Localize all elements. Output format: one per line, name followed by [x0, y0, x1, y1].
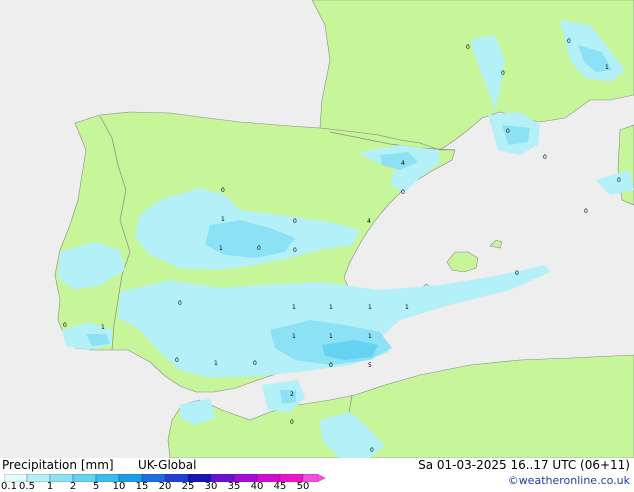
- station-value: 1: [605, 64, 609, 71]
- station-value: 0: [506, 128, 510, 135]
- station-value: 0: [175, 357, 179, 364]
- station-value: 0: [63, 322, 67, 329]
- station-value: 0: [253, 360, 257, 367]
- station-value: 1: [405, 304, 409, 311]
- station-value: 0: [501, 70, 505, 77]
- station-value: 0: [466, 44, 470, 51]
- credit-link[interactable]: ©weatheronline.co.uk: [508, 474, 630, 487]
- station-value: 1: [368, 333, 372, 340]
- legend-title: Precipitation [mm]: [2, 458, 114, 472]
- station-value: 1: [221, 216, 225, 223]
- station-value: 1: [329, 304, 333, 311]
- scale-label: 0.5: [19, 481, 35, 492]
- station-value: 1: [214, 360, 218, 367]
- station-value: 2: [290, 391, 294, 398]
- legend-footer: Precipitation [mm] UK-Global Sa 01-03-20…: [0, 458, 634, 492]
- station-value: 1: [219, 245, 223, 252]
- scale-label: 1: [46, 481, 54, 492]
- scale-label: 50: [296, 481, 310, 492]
- station-value: 0: [290, 419, 294, 426]
- scale-label: 5: [92, 481, 100, 492]
- model-name: UK-Global: [138, 458, 197, 472]
- station-value: 0: [515, 270, 519, 277]
- station-value: 1: [368, 304, 372, 311]
- station-value: 0: [221, 187, 225, 194]
- station-value: 0: [293, 247, 297, 254]
- scale-label: 45: [273, 481, 287, 492]
- station-value: 1: [329, 333, 333, 340]
- scale-label: 0.1: [1, 481, 17, 492]
- station-value: 1: [292, 304, 296, 311]
- scale-label: 40: [250, 481, 264, 492]
- scale-label: 30: [204, 481, 218, 492]
- scale-label: 10: [112, 481, 126, 492]
- station-value: 5: [368, 362, 372, 369]
- scale-label: 35: [227, 481, 241, 492]
- station-value: 1: [101, 324, 105, 331]
- station-value: 0: [178, 300, 182, 307]
- station-value: 0: [257, 245, 261, 252]
- station-value: 0: [584, 208, 588, 215]
- station-value: 0: [567, 38, 571, 45]
- valid-time: Sa 01-03-2025 16..17 UTC (06+11): [418, 458, 630, 472]
- station-value: 4: [367, 218, 371, 225]
- station-value: 0: [543, 154, 547, 161]
- scale-label: 20: [158, 481, 172, 492]
- precipitation-map: 0 0 1 0 0 0 4 0 0 0 1 0 4 1 0 0 0 0 0 1 …: [0, 0, 634, 458]
- station-value: 1: [292, 333, 296, 340]
- station-value: 0: [401, 189, 405, 196]
- station-value: 0: [329, 362, 333, 369]
- scale-label: 2: [69, 481, 77, 492]
- scale-label: 15: [135, 481, 149, 492]
- station-value: 0: [370, 447, 374, 454]
- station-value: 0: [617, 177, 621, 184]
- station-value: 0: [293, 218, 297, 225]
- scale-label: 25: [181, 481, 195, 492]
- station-value: 4: [401, 160, 405, 167]
